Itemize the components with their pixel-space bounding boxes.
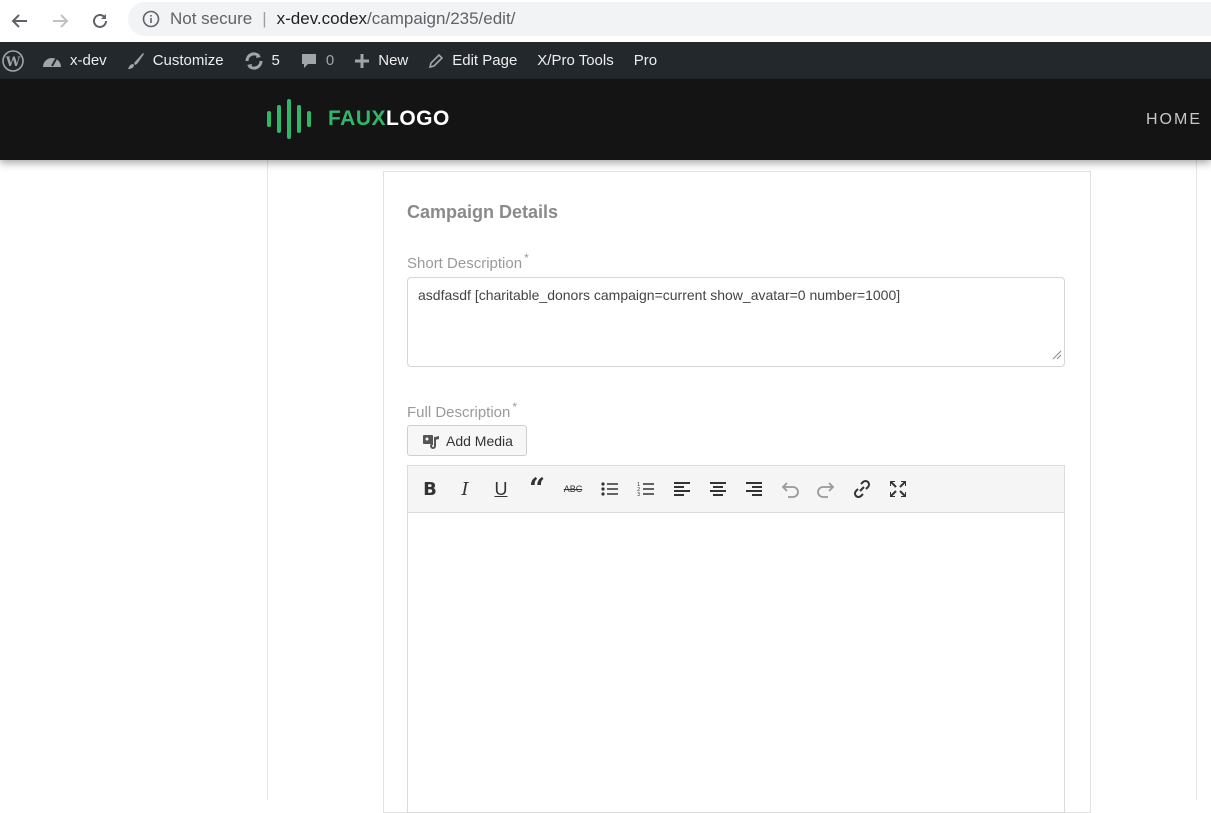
customize-label: Customize [152, 52, 224, 69]
pencil-icon [428, 53, 444, 69]
edit-page-label: Edit Page [452, 52, 518, 69]
url-path: /campaign/235/edit/ [367, 9, 516, 28]
svg-text:3: 3 [637, 492, 640, 497]
updates-icon [244, 51, 264, 70]
info-icon[interactable] [142, 10, 160, 28]
back-button[interactable] [5, 6, 35, 36]
comments-menu[interactable]: 0 [290, 42, 344, 79]
reload-icon [93, 13, 107, 28]
campaign-details-form: Campaign Details Short Description * asdf… [383, 171, 1091, 813]
forward-arrow-icon [53, 14, 69, 28]
blockquote-icon[interactable]: “ [522, 475, 552, 503]
section-title: Campaign Details [407, 202, 559, 222]
pro-label: Pro [633, 52, 658, 69]
underline-icon[interactable]: U [486, 475, 516, 503]
full-description-label: Full Description * [407, 400, 518, 421]
undo-icon[interactable] [775, 475, 805, 503]
bullet-list-icon[interactable] [595, 475, 625, 503]
forward-button[interactable] [45, 6, 75, 36]
required-marker: * [524, 251, 529, 265]
dashboard-icon [42, 53, 62, 69]
nav-home-link[interactable]: HOME [1146, 111, 1202, 129]
new-content-menu[interactable]: New [344, 42, 418, 79]
url-host: x-dev.codex [276, 9, 368, 28]
site-name-menu[interactable]: x-dev [28, 42, 117, 79]
italic-icon[interactable]: I [450, 475, 480, 503]
fullscreen-icon[interactable] [883, 475, 913, 503]
brush-icon [127, 52, 145, 70]
short-description-label: Short Description * [407, 251, 529, 272]
full-description-editor[interactable] [407, 513, 1065, 813]
wp-admin-bar: W x-dev Customize 5 0 New Edit Page X/Pr… [0, 42, 1211, 79]
updates-menu[interactable]: 5 [234, 42, 290, 79]
editor-toolbar: B I U “ ABC 123 [407, 465, 1065, 513]
xpro-tools-label: X/Pro Tools [537, 52, 614, 69]
add-media-label: Add Media [446, 432, 513, 449]
plus-icon [354, 53, 370, 69]
strikethrough-icon[interactable]: ABC [558, 475, 588, 503]
address-bar[interactable]: Not secure | x-dev.codex/campaign/235/ed… [128, 2, 1211, 36]
numbered-list-icon[interactable]: 123 [631, 475, 661, 503]
wordpress-logo-icon: W [2, 49, 24, 72]
site-name: x-dev [70, 52, 107, 69]
browser-toolbar: Not secure | x-dev.codex/campaign/235/ed… [0, 0, 1211, 42]
align-left-icon[interactable] [667, 475, 697, 503]
required-marker: * [512, 400, 518, 414]
redo-icon[interactable] [811, 475, 841, 503]
divider: | [262, 9, 267, 28]
short-description-value: asdfasdf [charitable_donors campaign=cur… [418, 287, 901, 303]
comment-bubble-icon [300, 52, 318, 70]
customize-menu[interactable]: Customize [117, 42, 234, 79]
bold-icon[interactable]: B [415, 475, 445, 503]
add-media-button[interactable]: Add Media [407, 425, 527, 456]
comments-count: 0 [325, 52, 335, 69]
site-logo[interactable]: FAUXLOGO [266, 99, 450, 139]
back-arrow-icon [11, 14, 27, 28]
wordpress-menu[interactable]: W [0, 42, 28, 79]
xpro-tools-menu[interactable]: X/Pro Tools [527, 42, 623, 79]
reload-button[interactable] [85, 6, 115, 36]
pro-menu[interactable]: Pro [624, 42, 667, 79]
edit-page-menu[interactable]: Edit Page [418, 42, 527, 79]
updates-count: 5 [271, 52, 280, 69]
add-media-icon [422, 432, 440, 450]
logo-text: FAUXLOGO [328, 107, 450, 130]
short-description-textarea[interactable]: asdfasdf [charitable_donors campaign=cur… [407, 277, 1065, 367]
align-center-icon[interactable] [703, 475, 733, 503]
align-right-icon[interactable] [739, 475, 769, 503]
link-icon[interactable] [847, 475, 877, 503]
new-label: New [378, 52, 409, 69]
security-status[interactable]: Not secure [170, 9, 252, 29]
site-header: FAUXLOGO HOME [0, 79, 1211, 160]
svg-text:W: W [5, 55, 21, 70]
sound-wave-logo-icon [267, 99, 311, 139]
resize-handle-icon[interactable] [1052, 346, 1062, 364]
